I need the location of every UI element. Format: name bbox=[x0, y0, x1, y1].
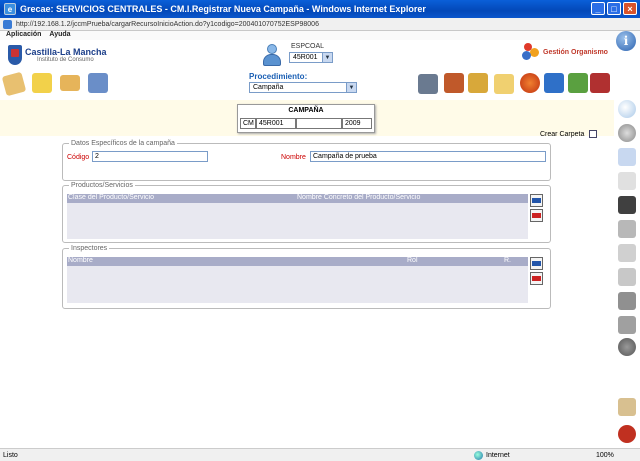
delete-icon[interactable] bbox=[618, 398, 636, 416]
list-icon[interactable] bbox=[618, 148, 636, 166]
campaign-cell-number bbox=[296, 118, 342, 129]
copy-icon[interactable] bbox=[618, 244, 636, 262]
open-folder-icon[interactable] bbox=[60, 75, 80, 91]
chevron-down-icon: ▼ bbox=[346, 83, 356, 92]
nombre-label: Nombre bbox=[281, 154, 306, 161]
procedimiento-value: Campaña bbox=[253, 84, 284, 91]
binders-icon[interactable] bbox=[468, 73, 488, 93]
col-nombre: Nombre bbox=[68, 257, 93, 264]
menu-ayuda[interactable]: Ayuda bbox=[49, 31, 70, 40]
logo: Castilla-La Mancha Instituto de Consumo bbox=[8, 45, 107, 65]
file-cabinet-icon[interactable] bbox=[88, 73, 108, 93]
maximize-button[interactable]: □ bbox=[607, 2, 621, 15]
edit-document-icon[interactable] bbox=[1, 71, 27, 97]
zoom-level[interactable]: 100% bbox=[596, 452, 614, 459]
right-toolbar bbox=[614, 100, 640, 448]
procedimiento-select[interactable]: Campaña ▼ bbox=[249, 82, 357, 93]
campaign-title: CAMPAÑA bbox=[288, 107, 324, 114]
crear-carpeta: Crear Carpeta bbox=[540, 130, 598, 138]
campaign-cell-year: 2009 bbox=[342, 118, 372, 129]
chevron-down-icon: ▼ bbox=[322, 53, 332, 62]
laptop-icon[interactable] bbox=[418, 74, 438, 94]
inspectores-legend: Inspectores bbox=[71, 245, 108, 252]
crear-carpeta-label: Crear Carpeta bbox=[540, 130, 585, 138]
print-icon[interactable] bbox=[618, 316, 636, 334]
ie-app-icon: e bbox=[4, 3, 16, 15]
campaign-box: CAMPAÑA CM 45R001 2009 bbox=[237, 104, 375, 133]
arrow-right-icon bbox=[532, 261, 541, 266]
window-title: Grecae: SERVICIOS CENTRALES - CM.I.Regis… bbox=[20, 4, 426, 14]
campaign-bar: CAMPAÑA CM 45R001 2009 bbox=[0, 100, 614, 136]
productos-table: Clase del Producto/Servicio Nombre Concr… bbox=[67, 194, 528, 239]
app-header: Castilla-La Mancha Instituto de Consumo … bbox=[0, 40, 614, 70]
add-inspector-button[interactable] bbox=[530, 257, 543, 270]
codigo-label: Código bbox=[67, 154, 90, 161]
col-rol: Rol bbox=[407, 257, 418, 264]
document-icon[interactable] bbox=[618, 172, 636, 190]
user-select-value: 45R001 bbox=[293, 54, 318, 61]
main-toolbar: Procedimiento: Campaña ▼ bbox=[0, 70, 614, 100]
col-clase: Clase del Producto/Servicio bbox=[68, 194, 154, 201]
window-titlebar: e Grecae: SERVICIOS CENTRALES - CM.I.Reg… bbox=[0, 0, 640, 18]
campaign-cell-code: 45R001 bbox=[256, 118, 296, 129]
gestion-organismo-link[interactable]: Gestión Organismo bbox=[522, 43, 608, 61]
campaign-cell-prefix: CM bbox=[240, 118, 256, 129]
envelope-icon[interactable] bbox=[494, 74, 514, 94]
col-r: R. bbox=[504, 257, 511, 264]
user-label: ESPCOAL bbox=[291, 43, 325, 50]
chart-icon[interactable] bbox=[568, 73, 588, 93]
page-icon bbox=[3, 19, 12, 29]
folder-key-icon[interactable] bbox=[32, 73, 52, 93]
user-select[interactable]: 45R001 ▼ bbox=[289, 52, 333, 63]
gear-icon[interactable] bbox=[618, 338, 636, 356]
app-menubar: Aplicación Ayuda bbox=[0, 31, 640, 40]
attach-icon[interactable] bbox=[618, 268, 636, 286]
nombre-field[interactable]: Campaña de prueba bbox=[310, 151, 546, 162]
logo-title: Castilla-La Mancha bbox=[25, 47, 107, 57]
status-bar: Listo Internet 100% bbox=[0, 448, 640, 461]
inspectores-table-header: Nombre Rol R. bbox=[67, 257, 528, 266]
cancel-icon[interactable] bbox=[618, 220, 636, 238]
arrow-remove-icon bbox=[532, 276, 541, 281]
tools-icon[interactable] bbox=[544, 73, 564, 93]
codigo-field[interactable]: 2 bbox=[92, 151, 208, 162]
logo-subtitle: Instituto de Consumo bbox=[37, 57, 94, 63]
menu-aplicacion[interactable]: Aplicación bbox=[6, 31, 41, 40]
main-content: CAMPAÑA CM 45R001 2009 Crear Carpeta Dat… bbox=[0, 100, 614, 448]
book-icon[interactable] bbox=[590, 73, 610, 93]
info-icon[interactable]: i bbox=[616, 31, 636, 51]
datos-legend: Datos Específicos de la campaña bbox=[71, 140, 175, 147]
crear-carpeta-checkbox[interactable] bbox=[589, 130, 598, 138]
stack-icon[interactable] bbox=[618, 292, 636, 310]
add-producto-button[interactable] bbox=[530, 194, 543, 207]
status-text: Listo bbox=[3, 451, 18, 459]
col-nombre-concreto: Nombre Concreto del Producto/Servicio bbox=[297, 194, 421, 201]
back-icon[interactable] bbox=[618, 124, 636, 142]
productos-table-header: Clase del Producto/Servicio Nombre Concr… bbox=[67, 194, 528, 203]
procedimiento-label: Procedimiento: bbox=[249, 72, 308, 81]
internet-globe-icon bbox=[474, 450, 483, 460]
address-bar[interactable]: http://192.168.1.2/jccmPrueba/cargarRecu… bbox=[0, 18, 640, 31]
remove-inspector-button[interactable] bbox=[530, 272, 543, 285]
shield-logo-icon bbox=[8, 45, 22, 65]
search-icon[interactable] bbox=[618, 100, 636, 118]
save-icon[interactable] bbox=[618, 196, 636, 214]
zone-label: Internet bbox=[486, 451, 510, 459]
security-zone: Internet bbox=[474, 450, 510, 460]
close-button[interactable]: × bbox=[623, 2, 637, 15]
globe-icon[interactable] bbox=[520, 73, 540, 93]
arrow-right-icon bbox=[532, 198, 541, 203]
gestion-organismo-icon bbox=[522, 43, 540, 61]
remove-producto-button[interactable] bbox=[530, 209, 543, 222]
arrow-remove-icon bbox=[532, 213, 541, 218]
productos-legend: Productos/Servicios bbox=[71, 182, 133, 189]
books-icon[interactable] bbox=[444, 73, 464, 93]
gestion-organismo-label: Gestión Organismo bbox=[543, 48, 608, 56]
url-text: http://192.168.1.2/jccmPrueba/cargarRecu… bbox=[16, 20, 319, 28]
minimize-button[interactable]: _ bbox=[591, 2, 605, 15]
exit-icon[interactable] bbox=[618, 425, 636, 443]
inspectores-table: Nombre Rol R. bbox=[67, 257, 528, 303]
user-avatar-icon bbox=[262, 44, 282, 66]
